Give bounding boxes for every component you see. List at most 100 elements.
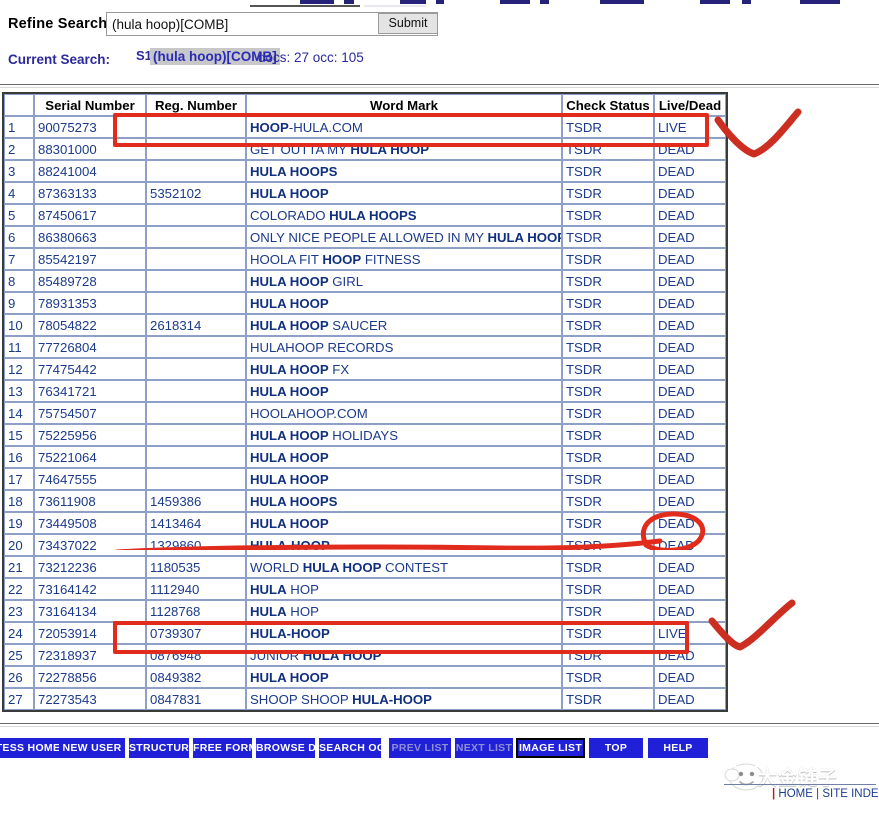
- cell-check-status[interactable]: TSDR: [562, 424, 654, 446]
- cell-check-status[interactable]: TSDR: [562, 314, 654, 336]
- cell-serial-number[interactable]: 78931353: [34, 292, 146, 314]
- nav-button-tess-home[interactable]: TESS HOME: [0, 738, 66, 758]
- cell-serial-number[interactable]: 87450617: [34, 204, 146, 226]
- cell-check-status[interactable]: TSDR: [562, 138, 654, 160]
- cell-word-mark[interactable]: COLORADO HULA HOOPS: [246, 204, 562, 226]
- cell-check-status[interactable]: TSDR: [562, 534, 654, 556]
- cell-word-mark[interactable]: HULA HOOPS: [246, 160, 562, 182]
- cell-serial-number[interactable]: 73212236: [34, 556, 146, 578]
- cell-check-status[interactable]: TSDR: [562, 688, 654, 710]
- current-search-meta: docs: 27 occ: 105: [258, 50, 364, 65]
- cell-word-mark[interactable]: HULAHOOP RECORDS: [246, 336, 562, 358]
- cell-serial-number[interactable]: 86380663: [34, 226, 146, 248]
- cell-check-status[interactable]: TSDR: [562, 578, 654, 600]
- cell-check-status[interactable]: TSDR: [562, 490, 654, 512]
- cell-word-mark[interactable]: HULA HOOP HOLIDAYS: [246, 424, 562, 446]
- nav-button-structured[interactable]: STRUCTURED: [129, 738, 189, 758]
- cell-reg-number: [146, 358, 246, 380]
- cell-word-mark[interactable]: HULA HOOP: [246, 468, 562, 490]
- nav-button-new-user[interactable]: NEW USER: [59, 738, 125, 758]
- cell-check-status[interactable]: TSDR: [562, 292, 654, 314]
- cell-word-mark[interactable]: HOOLAHOOP.COM: [246, 402, 562, 424]
- cell-word-mark[interactable]: SHOOP SHOOP HULA-HOOP: [246, 688, 562, 710]
- nav-button-image-list[interactable]: IMAGE LIST: [516, 738, 585, 758]
- cell-serial-number[interactable]: 72053914: [34, 622, 146, 644]
- cell-word-mark[interactable]: HOOP-HULA.COM: [246, 116, 562, 138]
- cell-reg-number: 5352102: [146, 182, 246, 204]
- submit-button[interactable]: Submit: [378, 13, 438, 34]
- cell-word-mark[interactable]: HULA HOP: [246, 600, 562, 622]
- cell-check-status[interactable]: TSDR: [562, 380, 654, 402]
- cell-word-mark[interactable]: HULA HOOP: [246, 446, 562, 468]
- cell-check-status[interactable]: TSDR: [562, 446, 654, 468]
- cell-word-mark[interactable]: HULA HOOP: [246, 380, 562, 402]
- cell-check-status[interactable]: TSDR: [562, 556, 654, 578]
- cell-word-mark[interactable]: HULA HOOP: [246, 292, 562, 314]
- cell-serial-number[interactable]: 87363133: [34, 182, 146, 204]
- cell-check-status[interactable]: TSDR: [562, 226, 654, 248]
- cell-check-status[interactable]: TSDR: [562, 204, 654, 226]
- cell-check-status[interactable]: TSDR: [562, 160, 654, 182]
- cell-check-status[interactable]: TSDR: [562, 336, 654, 358]
- cell-check-status[interactable]: TSDR: [562, 270, 654, 292]
- cell-word-mark[interactable]: HULA HOOP GIRL: [246, 270, 562, 292]
- footer-site-index-link[interactable]: SITE INDEX: [822, 788, 879, 800]
- cell-check-status[interactable]: TSDR: [562, 512, 654, 534]
- cell-serial-number[interactable]: 78054822: [34, 314, 146, 336]
- cell-serial-number[interactable]: 75754507: [34, 402, 146, 424]
- cell-word-mark[interactable]: HULA HOOP: [246, 512, 562, 534]
- cell-check-status[interactable]: TSDR: [562, 600, 654, 622]
- cell-word-mark[interactable]: HULA-HOOP: [246, 622, 562, 644]
- cell-serial-number[interactable]: 75225956: [34, 424, 146, 446]
- cell-serial-number[interactable]: 76341721: [34, 380, 146, 402]
- cell-serial-number[interactable]: 73611908: [34, 490, 146, 512]
- cell-word-mark[interactable]: HULA HOOP FX: [246, 358, 562, 380]
- cell-serial-number[interactable]: 73437022: [34, 534, 146, 556]
- cell-check-status[interactable]: TSDR: [562, 182, 654, 204]
- cell-check-status[interactable]: TSDR: [562, 358, 654, 380]
- footer-home-link[interactable]: HOME: [778, 788, 813, 800]
- cell-word-mark[interactable]: HULA HOOP SAUCER: [246, 314, 562, 336]
- cell-serial-number[interactable]: 73164142: [34, 578, 146, 600]
- cell-word-mark[interactable]: HULA HOOP: [246, 666, 562, 688]
- cell-serial-number[interactable]: 88241004: [34, 160, 146, 182]
- cell-check-status[interactable]: TSDR: [562, 248, 654, 270]
- cell-check-status[interactable]: TSDR: [562, 644, 654, 666]
- cell-serial-number[interactable]: 77726804: [34, 336, 146, 358]
- cell-serial-number[interactable]: 73449508: [34, 512, 146, 534]
- cell-serial-number[interactable]: 73164134: [34, 600, 146, 622]
- cell-check-status[interactable]: TSDR: [562, 116, 654, 138]
- cell-word-mark[interactable]: HULA HOOPS: [246, 490, 562, 512]
- nav-button-browse-dict[interactable]: BROWSE DICT: [256, 738, 315, 758]
- cell-serial-number[interactable]: 88301000: [34, 138, 146, 160]
- cell-serial-number[interactable]: 74647555: [34, 468, 146, 490]
- cell-serial-number[interactable]: 85542197: [34, 248, 146, 270]
- cell-check-status[interactable]: TSDR: [562, 622, 654, 644]
- cell-serial-number[interactable]: 77475442: [34, 358, 146, 380]
- cell-word-mark[interactable]: HULA HOOP: [246, 182, 562, 204]
- nav-button-free-form[interactable]: FREE FORM: [193, 738, 252, 758]
- cell-word-mark[interactable]: HOOLA FIT HOOP FITNESS: [246, 248, 562, 270]
- cell-check-status[interactable]: TSDR: [562, 402, 654, 424]
- nav-button-top[interactable]: TOP: [589, 738, 643, 758]
- nav-button-search-og[interactable]: SEARCH OG: [319, 738, 381, 758]
- cell-word-mark[interactable]: GET OUTTA MY HULA HOOP: [246, 138, 562, 160]
- cell-serial-number[interactable]: 72278856: [34, 666, 146, 688]
- cell-serial-number[interactable]: 85489728: [34, 270, 146, 292]
- word-mark-match: HULA HOOP: [250, 273, 329, 289]
- cell-check-status[interactable]: TSDR: [562, 666, 654, 688]
- cell-serial-number[interactable]: 72273543: [34, 688, 146, 710]
- cell-serial-number[interactable]: 75221064: [34, 446, 146, 468]
- table-row: 17 74647555 HULA HOOP TSDR DEAD: [4, 468, 726, 490]
- cell-word-mark[interactable]: HULA-HOOP: [246, 534, 562, 556]
- nav-button-help[interactable]: HELP: [648, 738, 708, 758]
- cell-serial-number[interactable]: 72318937: [34, 644, 146, 666]
- cell-word-mark[interactable]: WORLD HULA HOOP CONTEST: [246, 556, 562, 578]
- cell-word-mark[interactable]: JUNIOR HULA HOOP: [246, 644, 562, 666]
- table-row: 12 77475442 HULA HOOP FX TSDR DEAD: [4, 358, 726, 380]
- cell-word-mark[interactable]: ONLY NICE PEOPLE ALLOWED IN MY HULA HOOP: [246, 226, 562, 248]
- cell-reg-number: 1329860: [146, 534, 246, 556]
- cell-word-mark[interactable]: HULA HOP: [246, 578, 562, 600]
- cell-check-status[interactable]: TSDR: [562, 468, 654, 490]
- cell-serial-number[interactable]: 90075273: [34, 116, 146, 138]
